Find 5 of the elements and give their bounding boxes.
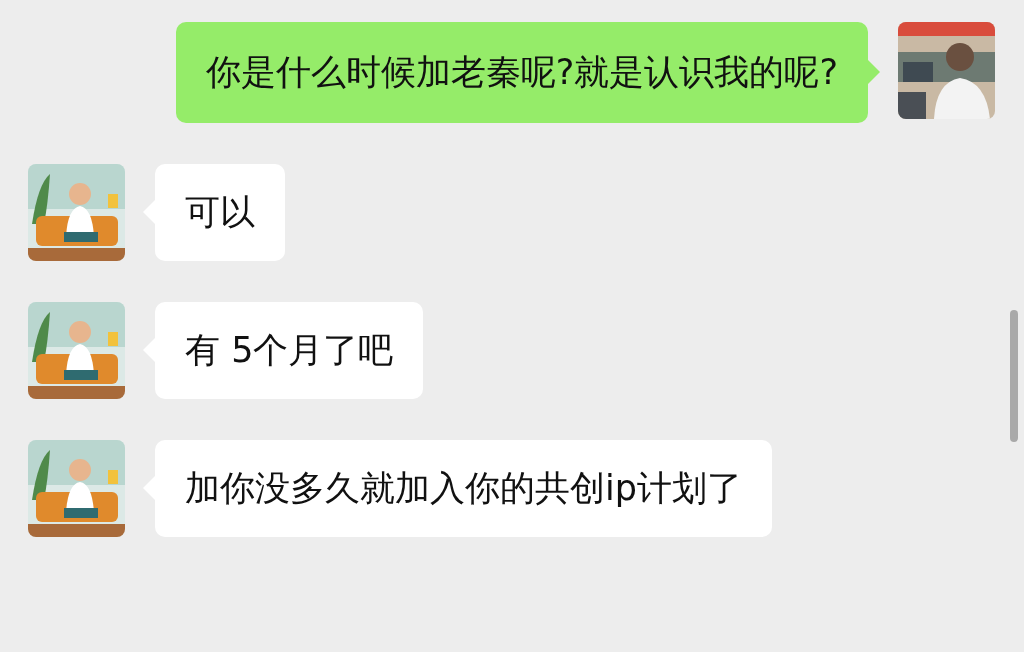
message-text: 你是什么时候加老秦呢?就是认识我的呢? — [205, 52, 838, 92]
message-text: 可以 — [185, 192, 255, 232]
message-text: 有 5个月了吧 — [185, 330, 394, 370]
scrollbar[interactable] — [1010, 310, 1018, 442]
message-text: 加你没多久就加入你的共创ip计划了 — [185, 468, 742, 508]
